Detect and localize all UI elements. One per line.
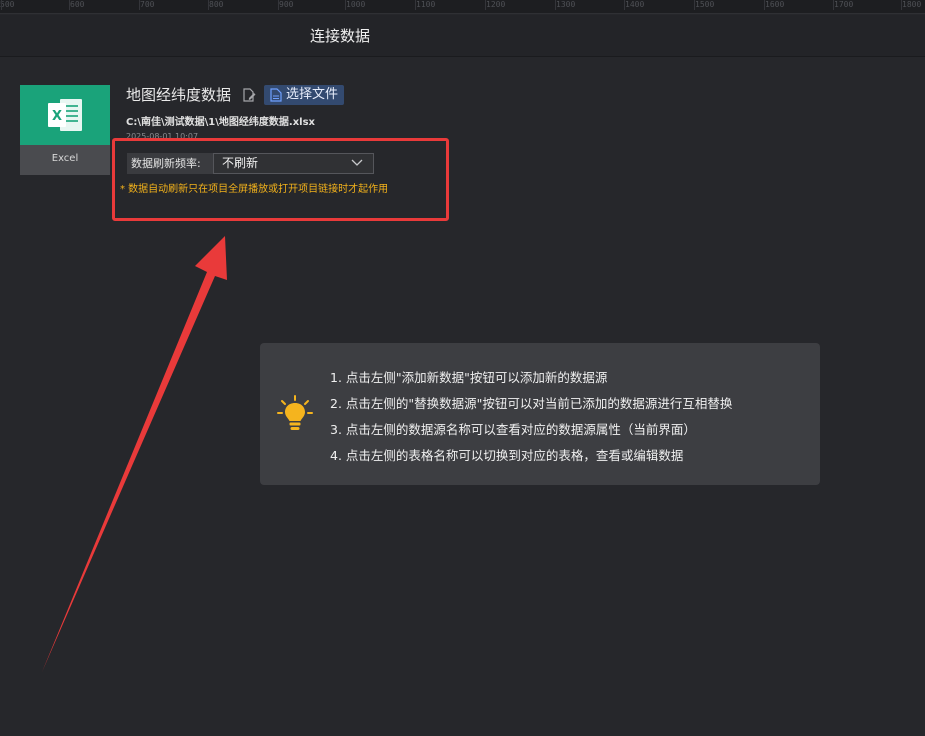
ruler-tick: 1600 <box>765 0 785 9</box>
ruler-tick: 1300 <box>556 0 576 9</box>
ruler-tick: 1800 <box>902 0 922 9</box>
ruler-tick: 900 <box>279 0 294 9</box>
choose-file-button[interactable]: 选择文件 <box>264 85 344 105</box>
refresh-note: * 数据自动刷新只在项目全屏播放或打开项目链接时才起作用 <box>120 184 389 195</box>
file-path: C:\南佳\测试数据\1\地图经纬度数据.xlsx <box>126 117 315 128</box>
ruler-tick: 600 <box>70 0 85 9</box>
ruler-tick: 1000 <box>346 0 366 9</box>
ruler-tick: 1100 <box>416 0 436 9</box>
lightbulb-icon <box>277 395 313 430</box>
tips-list: 1. 点击左侧"添加新数据"按钮可以添加新的数据源 2. 点击左侧的"替换数据源… <box>330 365 732 469</box>
choose-file-label: 选择文件 <box>286 87 339 102</box>
datasource-type-label: Excel <box>20 145 110 175</box>
edit-icon[interactable] <box>242 88 256 103</box>
tip-item: 3. 点击左侧的数据源名称可以查看对应的数据源属性（当前界面） <box>330 422 696 437</box>
ruler-tick: 1500 <box>695 0 715 9</box>
tip-item: 1. 点击左侧"添加新数据"按钮可以添加新的数据源 <box>330 370 608 385</box>
tip-item: 4. 点击左侧的表格名称可以切换到对应的表格，查看或编辑数据 <box>330 448 684 463</box>
tips-panel: 1. 点击左侧"添加新数据"按钮可以添加新的数据源 2. 点击左侧的"替换数据源… <box>260 343 820 485</box>
ruler-tick: 700 <box>140 0 155 9</box>
datasource-name: 地图经纬度数据 <box>126 86 232 104</box>
ruler-tick: 500 <box>0 0 15 9</box>
tip-item: 2. 点击左侧的"替换数据源"按钮可以对当前已添加的数据源进行互相替换 <box>330 396 733 411</box>
svg-text:X: X <box>52 109 62 124</box>
document-icon <box>270 88 282 102</box>
datasource-card[interactable]: X Excel <box>20 85 110 175</box>
refresh-frequency-label: 数据刷新频率: <box>127 153 213 174</box>
refresh-frequency-value: 不刷新 <box>222 156 259 170</box>
top-ruler: 500 600 700 800 900 1000 1100 1200 1300 … <box>0 0 925 14</box>
ruler-tick: 1700 <box>834 0 854 9</box>
excel-icon: X <box>48 99 82 131</box>
page-title: 连接数据 <box>309 27 370 45</box>
datasource-card-icon-area: X <box>20 85 110 145</box>
chevron-down-icon <box>351 159 363 166</box>
ruler-tick: 1400 <box>625 0 645 9</box>
ruler-tick: 800 <box>209 0 224 9</box>
ruler-tick: 1200 <box>486 0 506 9</box>
refresh-frequency-select[interactable]: 不刷新 <box>213 153 374 174</box>
header-bar: 连接数据 <box>0 15 925 57</box>
